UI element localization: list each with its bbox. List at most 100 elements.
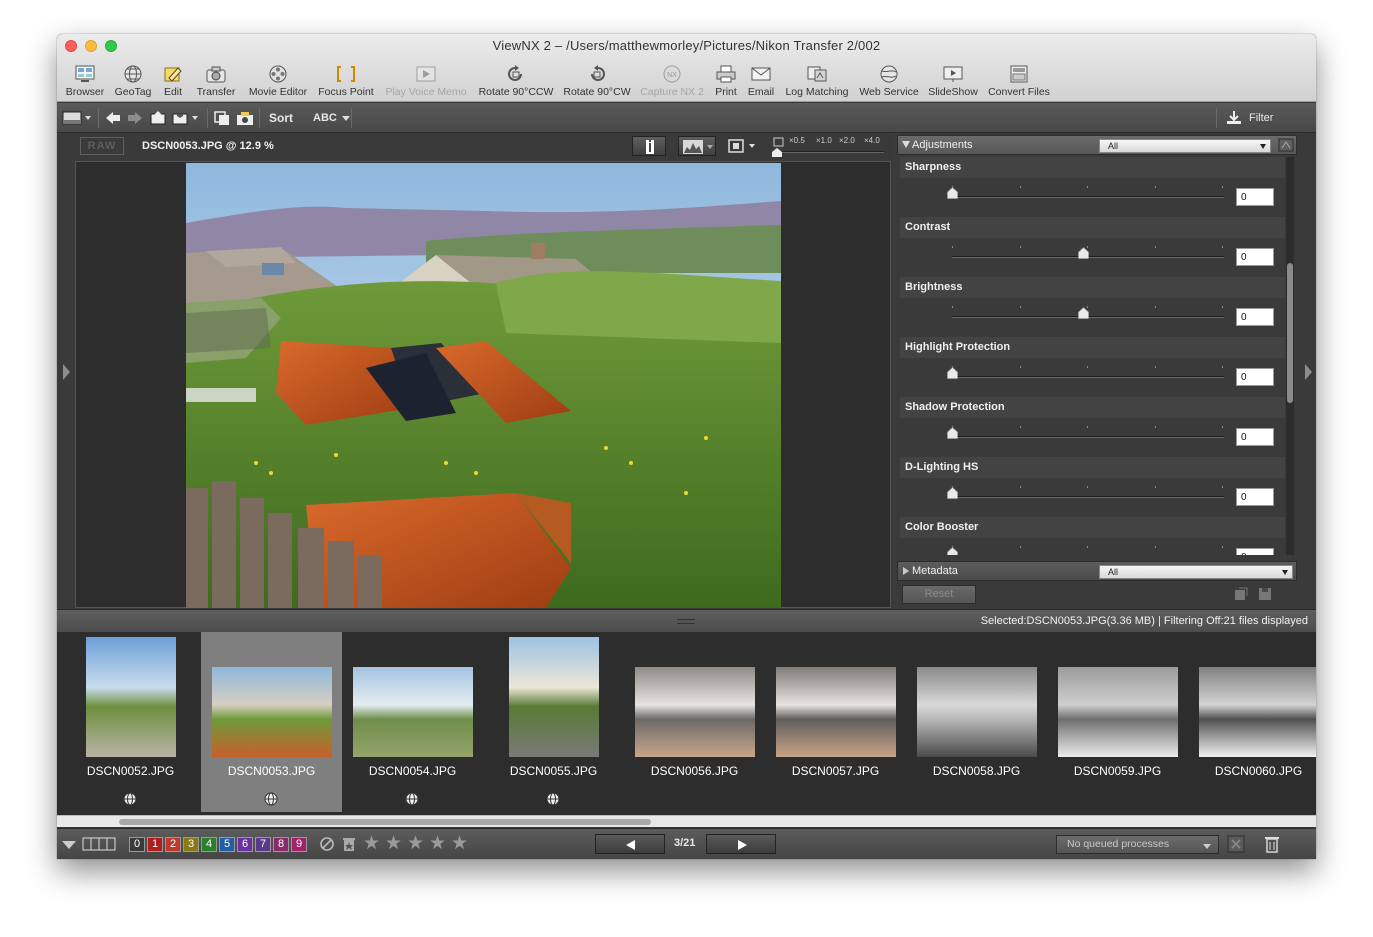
color-label-6[interactable]: 6 — [237, 837, 253, 852]
filmstrip-thumbnail[interactable]: DSCN0052.JPG — [60, 632, 201, 812]
histogram-button[interactable] — [678, 136, 716, 156]
toolbar-label: Rotate 90°CW — [563, 86, 631, 98]
adjustment-slider-knob[interactable] — [947, 487, 958, 499]
favorite-folder-button[interactable] — [171, 108, 203, 128]
copy-button[interactable] — [213, 108, 231, 128]
abc-menu-button[interactable]: ABC — [313, 108, 351, 128]
rating-star-4[interactable]: ★ — [429, 834, 446, 854]
zoom-slider-knob[interactable] — [772, 148, 782, 157]
reset-button[interactable]: Reset — [902, 585, 976, 604]
right-panel-toggle-icon[interactable] — [1303, 362, 1313, 382]
rating-star-1[interactable]: ★ — [363, 834, 380, 854]
adjustment-slider-knob[interactable] — [947, 547, 958, 555]
no-rating-icon[interactable] — [319, 836, 335, 852]
filmstrip-thumbnail[interactable]: DSCN0053.JPG — [201, 632, 342, 812]
toolbar-focus-point[interactable]: Focus Point — [316, 64, 376, 100]
filmstrip-thumbnail[interactable]: DSCN0060.JPG — [1188, 632, 1316, 812]
toolbar-log-matching[interactable]: Log Matching — [783, 64, 851, 100]
folder-up-button[interactable] — [149, 108, 167, 128]
toolbar-web-service[interactable]: Web Service — [858, 64, 920, 100]
filmstrip-scrollbar[interactable] — [57, 815, 1316, 827]
layout-menu-button[interactable] — [62, 108, 94, 128]
adjustment-slider-track[interactable] — [952, 496, 1224, 498]
filmstrip-scroll-thumb[interactable] — [119, 819, 651, 825]
adjustment-value-field[interactable]: 0 — [1236, 428, 1274, 446]
left-panel-toggle-icon[interactable] — [61, 362, 71, 382]
color-label-7[interactable]: 7 — [255, 837, 271, 852]
filmstrip-thumbnail[interactable]: DSCN0057.JPG — [765, 632, 906, 812]
next-image-button[interactable] — [706, 834, 776, 854]
info-button[interactable] — [632, 136, 666, 156]
forward-button[interactable] — [126, 108, 144, 128]
rating-star-5[interactable]: ★ — [451, 834, 468, 854]
trash-icon[interactable] — [1264, 835, 1280, 853]
toolbar-browser[interactable]: Browser — [63, 64, 107, 100]
toolbar-email[interactable]: Email — [746, 64, 776, 100]
adjustments-settings-icon[interactable] — [1278, 138, 1294, 152]
save-icon[interactable] — [1257, 586, 1273, 602]
rating-star-3[interactable]: ★ — [407, 834, 424, 854]
toolbar-transfer[interactable]: Transfer — [193, 64, 239, 100]
color-label-4[interactable]: 4 — [201, 837, 217, 852]
color-label-1[interactable]: 1 — [147, 837, 163, 852]
adjustment-slider-track[interactable] — [952, 436, 1224, 438]
toolbar-movie-editor[interactable]: Movie Editor — [246, 64, 310, 100]
toolbar-convert-files[interactable]: Convert Files — [987, 64, 1051, 100]
process-queue-select[interactable]: No queued processes — [1056, 835, 1219, 854]
collapse-triangle-icon[interactable] — [61, 839, 77, 851]
adjustment-slider-knob[interactable] — [947, 367, 958, 379]
adjustments-scrollbar[interactable] — [1286, 157, 1294, 555]
toolbar-rotate-cw[interactable]: Rotate 90°CW — [562, 64, 632, 100]
color-label-8[interactable]: 8 — [273, 837, 289, 852]
globe-icon — [124, 65, 142, 83]
previous-image-button[interactable] — [595, 834, 665, 854]
rating-star-2[interactable]: ★ — [385, 834, 402, 854]
filmstrip-thumbnail[interactable]: DSCN0058.JPG — [906, 632, 1047, 812]
back-button[interactable] — [104, 108, 122, 128]
adjustment-slider-knob[interactable] — [1078, 247, 1089, 259]
filmstrip-thumbnail[interactable]: DSCN0056.JPG — [624, 632, 765, 812]
resize-grip[interactable] — [677, 619, 695, 624]
zoom-level-label: ×0.5 — [789, 136, 805, 145]
filmstrip-thumbnail[interactable]: DSCN0055.JPG — [483, 632, 624, 812]
color-label-0[interactable]: 0 — [129, 837, 145, 852]
sort-button[interactable]: Sort — [269, 108, 293, 128]
zoom-slider[interactable]: ×0.5 ×1.0 ×2.0 ×4.0 — [772, 135, 890, 158]
color-label-3[interactable]: 3 — [183, 837, 199, 852]
color-label-5[interactable]: 5 — [219, 837, 235, 852]
adjustment-slider-knob[interactable] — [947, 187, 958, 199]
toolbar-edit[interactable]: Edit — [160, 64, 186, 100]
filter-button[interactable]: Filter — [1225, 108, 1273, 128]
toolbar-slideshow[interactable]: SlideShow — [927, 64, 979, 100]
adjustment-slider-knob[interactable] — [1078, 307, 1089, 319]
adjustment-value-field[interactable]: 0 — [1236, 248, 1274, 266]
adjustment-slider-track[interactable] — [952, 196, 1224, 198]
adjustments-header[interactable]: Adjustments All — [897, 135, 1297, 155]
copy-adjustments-icon[interactable] — [1233, 586, 1249, 602]
adjustment-slider-knob[interactable] — [947, 427, 958, 439]
camera-import-button[interactable] — [235, 108, 255, 128]
toolbar-play-voice-memo[interactable]: Play Voice Memo — [384, 64, 468, 100]
color-label-2[interactable]: 2 — [165, 837, 181, 852]
toolbar-capture-nx[interactable]: NX Capture NX 2 — [639, 64, 705, 100]
metadata-preset-select[interactable]: All — [1099, 565, 1293, 579]
toolbar-geotag[interactable]: GeoTag — [112, 64, 154, 100]
filmstrip-view-icon[interactable] — [82, 837, 116, 851]
reject-trash-star-icon[interactable] — [341, 836, 357, 852]
toolbar-rotate-ccw[interactable]: Rotate 90°CCW — [478, 64, 554, 100]
filmstrip-thumbnail[interactable]: DSCN0059.JPG — [1047, 632, 1188, 812]
color-label-9[interactable]: 9 — [291, 837, 307, 852]
adjustments-preset-select[interactable]: All — [1099, 139, 1271, 153]
filmstrip-thumbnail[interactable]: DSCN0054.JPG — [342, 632, 483, 812]
adjustment-value-field[interactable]: 0 — [1236, 188, 1274, 206]
cancel-process-icon[interactable] — [1227, 835, 1245, 853]
adjustment-value-field[interactable]: 0 — [1236, 488, 1274, 506]
adjustment-slider-track[interactable] — [952, 376, 1224, 378]
toolbar-print[interactable]: Print — [711, 64, 741, 100]
fit-view-button[interactable] — [723, 136, 761, 156]
metadata-header[interactable]: Metadata All — [897, 561, 1297, 581]
adjustment-value-field[interactable]: 0 — [1236, 308, 1274, 326]
film-reel-icon — [269, 65, 287, 83]
adjustment-value-field[interactable]: 0 — [1236, 548, 1274, 555]
adjustment-value-field[interactable]: 0 — [1236, 368, 1274, 386]
